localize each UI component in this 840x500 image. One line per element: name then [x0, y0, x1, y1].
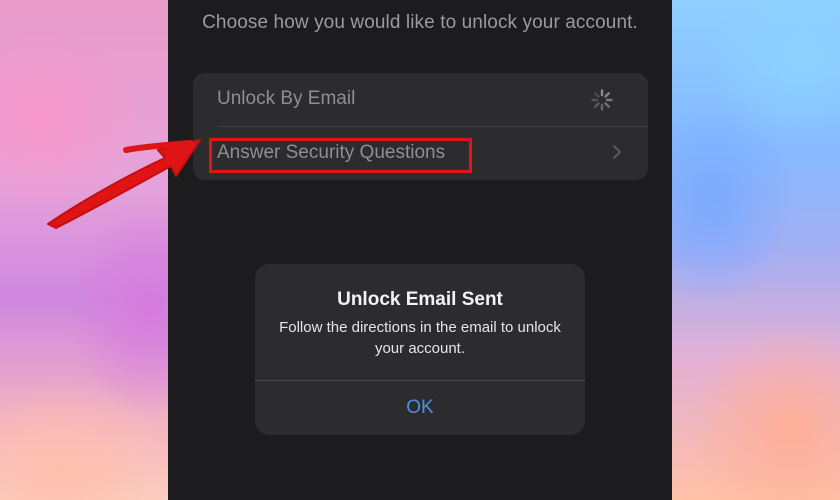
unlock-email-sent-alert: Unlock Email Sent Follow the directions …	[255, 264, 585, 435]
phone-screen: Choose how you would like to unlock your…	[168, 0, 672, 500]
option-label: Unlock By Email	[217, 88, 356, 109]
chevron-right-icon	[613, 145, 621, 159]
ok-button[interactable]: OK	[255, 381, 585, 435]
highlight-annotation-box	[209, 138, 472, 173]
red-arrow-annotation-icon	[47, 139, 201, 229]
alert-message: Follow the directions in the email to un…	[279, 319, 561, 357]
option-unlock-by-email[interactable]: Unlock By Email	[193, 73, 648, 126]
wallpaper-left	[0, 0, 168, 500]
alert-title: Unlock Email Sent	[337, 289, 503, 310]
loading-spinner-icon	[591, 89, 613, 111]
instruction-text: Choose how you would like to unlock your…	[202, 12, 638, 33]
wallpaper-right	[672, 0, 840, 500]
screenshot: Choose how you would like to unlock your…	[0, 0, 840, 500]
